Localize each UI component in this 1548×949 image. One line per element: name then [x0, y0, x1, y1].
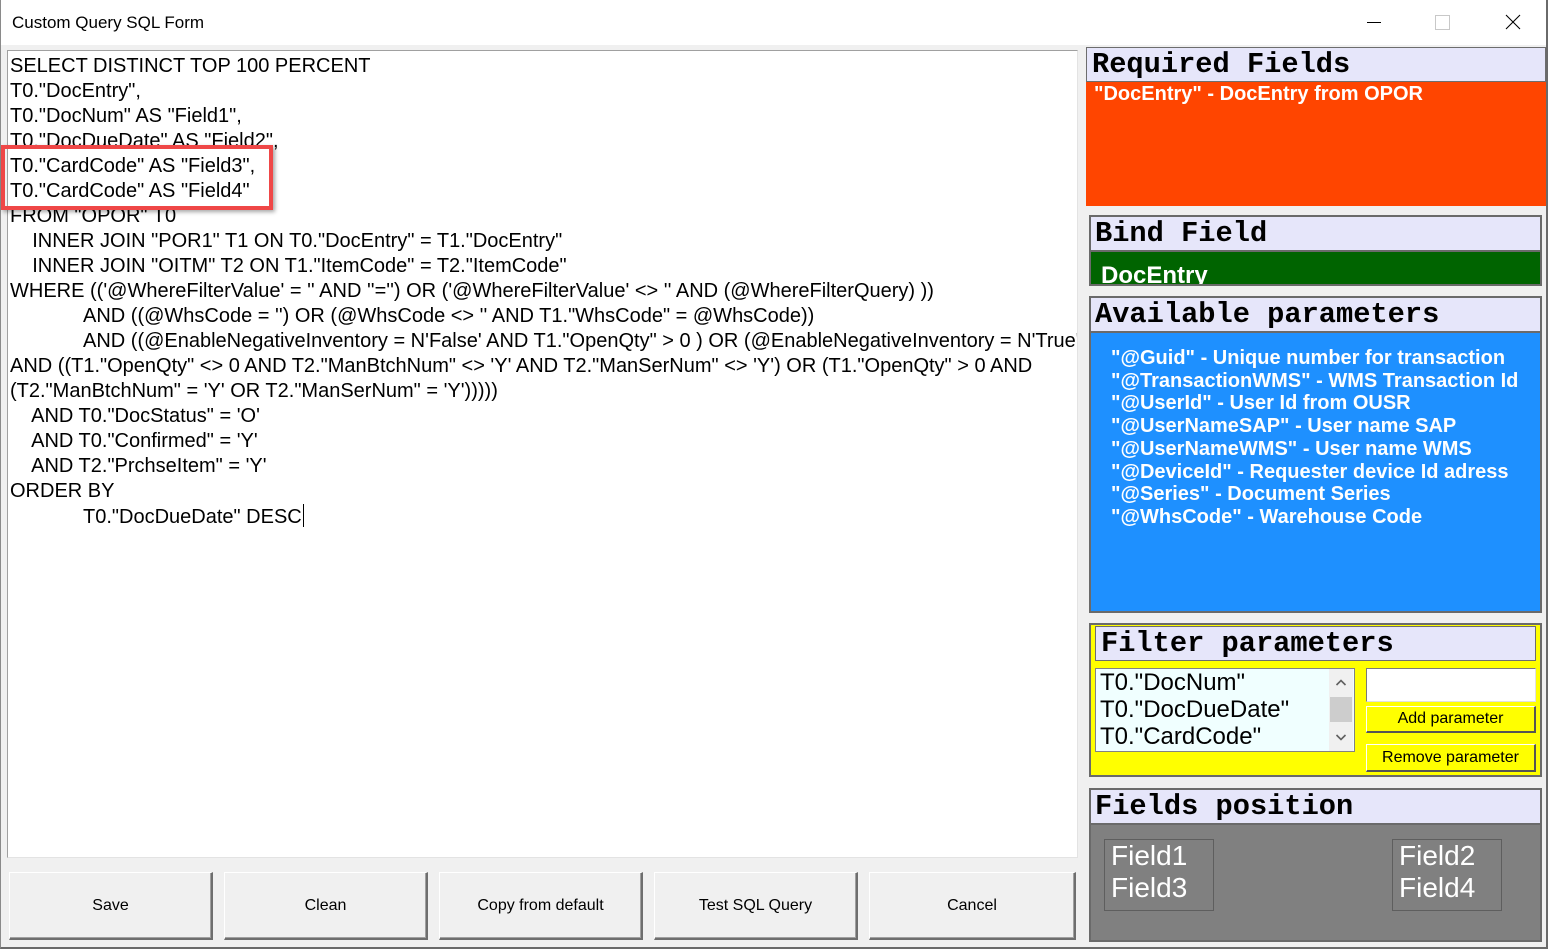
remove-parameter-button[interactable]: Remove parameter [1366, 744, 1536, 772]
chevron-up-icon [1335, 679, 1347, 686]
parameter-item: "@DeviceId" - Requester device Id adress [1111, 460, 1509, 483]
bind-field-panel: Bind Field DocEntry [1089, 215, 1542, 286]
clean-button[interactable]: Clean [224, 872, 428, 940]
available-parameters-panel: Available parameters "@Guid" - Unique nu… [1089, 296, 1542, 613]
scroll-up-button[interactable] [1329, 671, 1353, 693]
available-parameters-title: Available parameters [1091, 298, 1540, 333]
required-field-item: "DocEntry" - DocEntry from OPOR [1094, 83, 1424, 105]
bind-field-value-area: DocEntry [1091, 252, 1540, 284]
parameter-item: "@TransactionWMS" - WMS Transaction Id [1111, 369, 1519, 392]
fields-position-left-box[interactable]: Field1 Field3 [1104, 839, 1214, 911]
sql-line: AND ((@WhsCode = '') OR (@WhsCode <> '' … [10, 305, 815, 327]
sql-line: AND T0."DocStatus" = 'O' [10, 405, 260, 427]
filter-parameters-panel: Filter parameters T0."DocNum" T0."DocDue… [1089, 623, 1542, 777]
test-sql-query-button[interactable]: Test SQL Query [654, 872, 858, 940]
field-label: Field4 [1399, 872, 1476, 903]
sql-line-text: T0."DocDueDate" DESC [10, 506, 302, 528]
sql-line: T0."DocNum" AS "Field1", [10, 105, 242, 127]
sql-line: (T2."ManBtchNum" = 'Y' OR T2."ManSerNum"… [10, 380, 498, 402]
fields-position-panel: Fields position Field1 Field3 Field2 Fie… [1089, 788, 1542, 942]
copy-from-default-button[interactable]: Copy from default [439, 872, 643, 940]
minimize-button[interactable] [1351, 0, 1397, 45]
minimize-icon [1367, 22, 1381, 23]
filter-parameters-title: Filter parameters [1095, 626, 1536, 661]
parameter-item: "@UserNameWMS" - User name WMS [1111, 437, 1472, 460]
scroll-down-button[interactable] [1329, 727, 1353, 749]
sql-line-last: T0."DocDueDate" DESC [10, 504, 1077, 529]
chevron-down-icon [1335, 734, 1347, 741]
fields-position-area: Field1 Field3 Field2 Field4 [1091, 825, 1540, 940]
sql-line: INNER JOIN "OITM" T2 ON T1."ItemCode" = … [10, 255, 567, 277]
sql-line: ORDER BY [10, 480, 115, 502]
close-button[interactable] [1490, 0, 1536, 45]
sql-line: AND T2."PrchseItem" = 'Y' [10, 455, 267, 477]
required-fields-title: Required Fields [1086, 47, 1546, 82]
filter-list-item[interactable]: T0."CardCode" [1096, 723, 1354, 750]
parameter-item: "@WhsCode" - Warehouse Code [1111, 505, 1423, 528]
title-bar[interactable]: Custom Query SQL Form [1, 0, 1546, 45]
custom-query-sql-form-window: Custom Query SQL Form SELECT DISTINCT TO… [0, 0, 1548, 949]
sql-line: INNER JOIN "POR1" T1 ON T0."DocEntry" = … [10, 230, 563, 252]
field-label: Field3 [1111, 872, 1188, 903]
parameter-item: "@Series" - Document Series [1111, 483, 1391, 506]
bind-field-value: DocEntry [1101, 262, 1208, 284]
sql-line: T0."DocEntry", [10, 80, 141, 102]
highlight-annotation-box [1, 145, 273, 210]
required-fields-panel: Required Fields "DocEntry" - DocEntry fr… [1086, 47, 1546, 206]
filter-parameters-listbox[interactable]: T0."DocNum" T0."DocDueDate" T0."CardCode… [1095, 668, 1355, 752]
available-parameters-list: "@Guid" - Unique number for transaction … [1091, 333, 1540, 611]
maximize-icon [1435, 15, 1450, 30]
required-fields-list: "DocEntry" - DocEntry from OPOR [1086, 82, 1546, 206]
maximize-button[interactable] [1419, 0, 1465, 45]
sql-line: AND ((T1."OpenQty" <> 0 AND T2."ManBtchN… [10, 355, 1033, 377]
fields-position-right-box[interactable]: Field2 Field4 [1392, 839, 1502, 911]
filter-parameter-input[interactable] [1366, 668, 1536, 702]
sql-line: AND ((@EnableNegativeInventory = N'False… [10, 330, 1078, 352]
bind-field-title: Bind Field [1091, 217, 1540, 252]
window-title: Custom Query SQL Form [12, 13, 205, 32]
sql-line: SELECT DISTINCT TOP 100 PERCENT [10, 55, 371, 77]
scrollbar-thumb[interactable] [1330, 697, 1352, 722]
cancel-button[interactable]: Cancel [869, 872, 1076, 940]
save-button[interactable]: Save [9, 872, 213, 940]
sql-line: AND T0."Confirmed" = 'Y' [10, 430, 258, 452]
field-label: Field2 [1399, 840, 1476, 871]
parameter-item: "@UserId" - User Id from OUSR [1111, 392, 1411, 415]
field-label: Field1 [1111, 840, 1188, 871]
text-caret [302, 504, 304, 527]
filter-list-item[interactable]: T0."DocDueDate" [1096, 696, 1354, 723]
listbox-scrollbar[interactable] [1329, 669, 1353, 751]
add-parameter-button[interactable]: Add parameter [1366, 706, 1536, 733]
parameter-item: "@UserNameSAP" - User name SAP [1111, 415, 1457, 438]
sql-line: WHERE (('@WhereFilterValue' = '' AND ''=… [10, 280, 934, 302]
parameter-item: "@Guid" - Unique number for transaction [1111, 347, 1506, 369]
fields-position-title: Fields position [1091, 790, 1540, 825]
close-icon [1505, 14, 1521, 30]
filter-list-item[interactable]: T0."DocNum" [1096, 669, 1354, 696]
